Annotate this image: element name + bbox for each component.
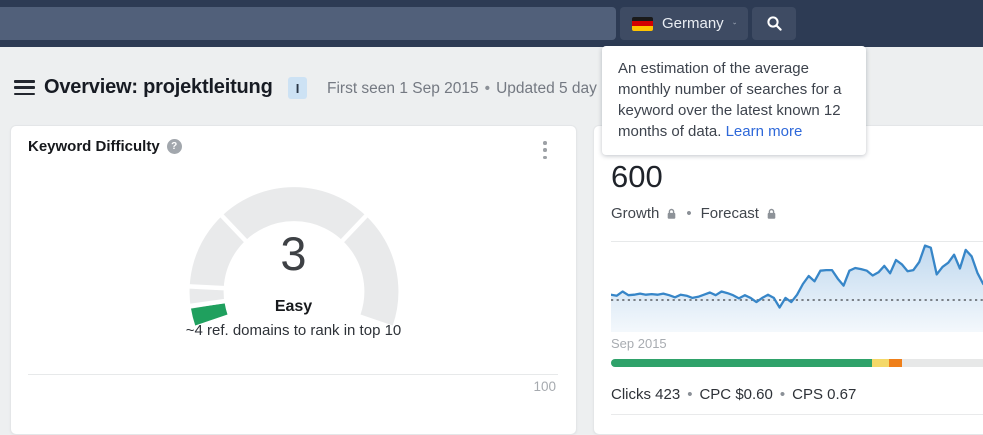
card-divider [28, 374, 558, 375]
search-button[interactable] [752, 7, 796, 40]
card-divider [611, 414, 983, 415]
keyword-search-input[interactable] [0, 7, 616, 40]
keyword-meta: First seen 1 Sep 2015 • Updated 5 day [327, 80, 597, 98]
keyword-difficulty-title: Keyword Difficulty [28, 138, 160, 155]
keyword-difficulty-help-icon[interactable]: ? [166, 139, 182, 154]
clicks-distribution-bar [611, 359, 983, 367]
country-label: Germany [662, 15, 724, 32]
clicks-bar-segment-track [902, 359, 983, 367]
clicks-bar-segment-orange [888, 359, 903, 367]
clicks-bar-segment-yellow [871, 359, 889, 367]
cpc-label: CPC [699, 386, 732, 403]
metrics-separator: • [687, 386, 693, 403]
clicks-value: 423 [655, 386, 681, 403]
keyword-info-badge[interactable]: I [288, 77, 307, 99]
kebab-menu-icon[interactable] [538, 139, 552, 161]
lock-icon [666, 208, 677, 220]
updated-label: Updated 5 day [496, 80, 597, 97]
chart-start-label: Sep 2015 [611, 336, 667, 351]
keyword-difficulty-card: Keyword Difficulty ? 3 Easy ~4 ref. doma… [10, 125, 577, 435]
top-navbar: Germany [0, 0, 983, 47]
search-icon [766, 16, 782, 31]
learn-more-link[interactable]: Learn more [726, 123, 803, 140]
difficulty-description: ~4 ref. domains to rank in top 10 [185, 322, 402, 339]
germany-flag-icon [632, 16, 653, 31]
page-title: Overview: projektleitung [44, 76, 273, 98]
chevron-down-icon [732, 22, 736, 25]
clicks-label: Clicks [611, 386, 651, 403]
lock-icon [766, 208, 777, 220]
cpc-value: $0.60 [735, 386, 773, 403]
search-volume-value: 600 [611, 159, 663, 194]
forecast-label[interactable]: Forecast [701, 205, 759, 222]
difficulty-scale-max: 100 [533, 379, 556, 394]
hamburger-menu-icon[interactable] [14, 80, 35, 95]
cps-label: CPS [792, 386, 823, 403]
metrics-row: Clicks 423 • CPC $0.60 • CPS 0.67 [611, 386, 856, 403]
difficulty-score: 3 [280, 227, 307, 280]
first-seen-label: First seen 1 Sep 2015 [327, 80, 479, 97]
search-volume-chart[interactable] [611, 241, 983, 334]
meta-separator: • [484, 80, 491, 97]
cps-value: 0.67 [827, 386, 857, 403]
clicks-bar-segment-green [611, 359, 872, 367]
growth-separator: • [686, 205, 692, 222]
metrics-separator: • [779, 386, 786, 403]
growth-forecast-row: Growth • Forecast [611, 205, 777, 222]
difficulty-rating: Easy [274, 298, 313, 315]
search-volume-card: Search volume ? 600 Growth • Forecast Se… [593, 125, 983, 435]
growth-label[interactable]: Growth [611, 205, 659, 222]
country-selector[interactable]: Germany [620, 7, 748, 40]
search-volume-tooltip: An estimation of the average monthly num… [602, 46, 866, 155]
